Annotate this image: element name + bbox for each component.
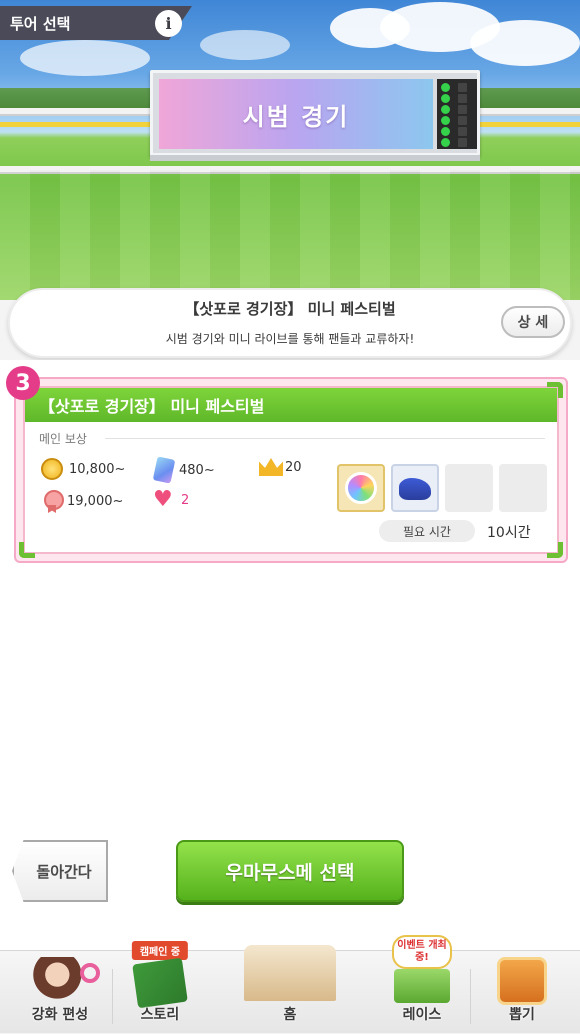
corner-bracket bbox=[547, 382, 563, 398]
home-building-icon bbox=[244, 945, 336, 1001]
info-icon[interactable]: i bbox=[155, 10, 182, 37]
nav-divider bbox=[470, 969, 471, 1024]
reward-value: 10,800~ bbox=[69, 461, 126, 477]
story-book-icon bbox=[132, 957, 188, 1009]
nav-gacha[interactable]: 뽑기 bbox=[472, 951, 572, 1034]
tour-card[interactable]: 【삿포로 경기장】 미니 페스티벌 메인 보상 10,800~ 480~ 20 … bbox=[19, 382, 563, 558]
main-reward-label: 메인 보상 bbox=[39, 432, 87, 446]
scoreboard-lights bbox=[437, 79, 477, 149]
heart-icon: ♥ bbox=[153, 487, 173, 512]
cloud bbox=[20, 40, 150, 76]
select-umamusume-button[interactable]: 우마무스메 선택 bbox=[176, 840, 404, 902]
detail-button[interactable]: 상 세 bbox=[501, 306, 565, 338]
race-course-icon bbox=[394, 969, 450, 1003]
nav-label: 뽑기 bbox=[509, 1007, 535, 1023]
bottom-nav: 강화 편성 캠페인 중 스토리 홈 이벤트 개최 중! 레이스 뽑기 bbox=[0, 935, 580, 1034]
rainbow-clover-icon bbox=[345, 472, 377, 504]
scoreboard-screen: 시범 경기 bbox=[159, 79, 433, 149]
required-time-value: 10시간 bbox=[487, 525, 531, 541]
reward-coin: 10,800~ bbox=[41, 458, 125, 480]
required-time-label: 필요 시간 bbox=[379, 520, 475, 542]
nav-label: 레이스 bbox=[402, 1007, 442, 1023]
cloud bbox=[470, 20, 580, 66]
item-slot-empty bbox=[499, 464, 547, 512]
event-description: 시범 경기와 미니 라이브를 통해 팬들과 교류하자! bbox=[165, 332, 415, 346]
campaign-badge: 캠페인 중 bbox=[131, 941, 189, 960]
magnifier-icon bbox=[80, 963, 100, 983]
item-slot[interactable] bbox=[337, 464, 385, 512]
nav-race[interactable]: 이벤트 개최 중! 레이스 bbox=[374, 935, 470, 1034]
turf bbox=[0, 170, 580, 300]
corner-bracket bbox=[547, 542, 563, 558]
nav-label: 홈 bbox=[283, 1007, 297, 1023]
tour-card-selected[interactable]: 【삿포로 경기장】 미니 페스티벌 메인 보상 10,800~ 480~ 20 … bbox=[14, 377, 568, 563]
event-badge: 이벤트 개최 중! bbox=[392, 935, 452, 969]
coin-icon bbox=[41, 458, 63, 480]
reward-support-card: 480~ bbox=[152, 456, 215, 484]
nav-story[interactable]: 캠페인 중 스토리 bbox=[114, 941, 206, 1034]
reward-value: 19,000~ bbox=[67, 493, 124, 509]
divider bbox=[105, 438, 545, 439]
nav-label: 스토리 bbox=[140, 1007, 180, 1023]
nav-divider bbox=[112, 969, 113, 1024]
event-title: 【삿포로 경기장】 미니 페스티벌 bbox=[184, 300, 396, 318]
corner-bracket bbox=[19, 542, 35, 558]
page-title: 투어 선택 bbox=[10, 14, 71, 33]
selection-count-badge: 3 bbox=[6, 366, 40, 400]
reward-value: 20 bbox=[285, 459, 302, 475]
event-banner: 【삿포로 경기장】 미니 페스티벌 시범 경기와 미니 라이브를 통해 팬들과 … bbox=[8, 288, 572, 358]
reward-fans: 19,000~ bbox=[43, 490, 123, 512]
reward-value: 480~ bbox=[179, 462, 215, 478]
item-slot[interactable] bbox=[391, 464, 439, 512]
reward-heart: ♥ 2 bbox=[153, 487, 190, 512]
fan-medal-icon bbox=[43, 490, 64, 512]
nav-label: 강화 편성 bbox=[31, 1007, 89, 1023]
scoreboard: 시범 경기 bbox=[150, 70, 480, 156]
tour-card-header: 【삿포로 경기장】 미니 페스티벌 bbox=[25, 388, 557, 422]
cloud bbox=[200, 30, 290, 60]
scoreboard-base bbox=[150, 155, 480, 161]
gacha-door-icon bbox=[497, 957, 547, 1005]
reward-value: 2 bbox=[181, 492, 190, 508]
nav-enhance[interactable]: 강화 편성 bbox=[8, 951, 112, 1034]
character-icon bbox=[33, 957, 87, 1001]
support-card-icon bbox=[152, 456, 176, 484]
reward-crown: 20 bbox=[259, 458, 302, 476]
item-slot-empty bbox=[445, 464, 493, 512]
running-shoes-icon bbox=[399, 478, 431, 500]
crown-icon bbox=[259, 458, 283, 476]
scoreboard-text: 시범 경기 bbox=[242, 102, 350, 131]
nav-home[interactable]: 홈 bbox=[206, 945, 374, 1034]
racecourse-scene: 시범 경기 bbox=[0, 0, 580, 300]
tour-card-title: 【삿포로 경기장】 미니 페스티벌 bbox=[39, 397, 265, 416]
back-button[interactable]: 돌아간다 bbox=[12, 840, 108, 902]
